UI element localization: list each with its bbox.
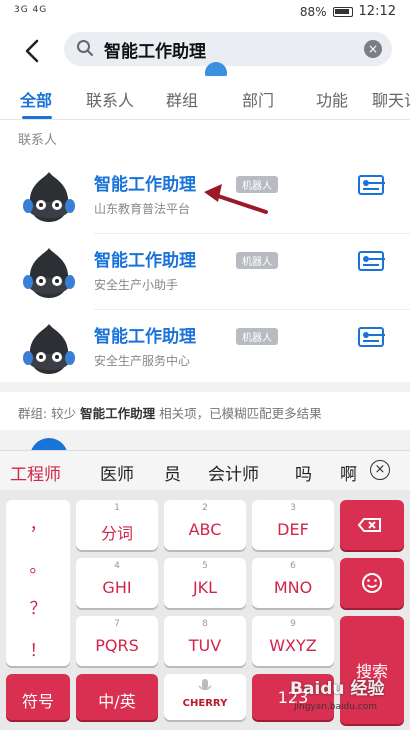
key-8[interactable]: 8 TUV [164,616,246,666]
key-number: 8 [202,619,208,629]
contact-name: 智能工作助理 [94,327,196,347]
punctuation-column[interactable]: ， 。 ？ ！ [6,500,70,666]
group-notice-suffix: 相关项，已模糊匹配更多结果 [159,406,322,421]
lang-switch-key[interactable]: 中/英 [76,674,158,720]
back-button[interactable] [18,36,48,66]
smiley-icon [362,573,382,593]
tab-all[interactable]: 全部 [20,87,52,111]
group-notice-prefix: 群组: 较少 [18,406,77,421]
robot-avatar-icon [23,172,75,222]
key-4[interactable]: 4 GHI [76,558,158,608]
punct-key[interactable]: ， [6,510,70,535]
tab-contacts[interactable]: 联系人 [86,87,134,111]
key-number: 3 [290,503,296,513]
backspace-key[interactable] [340,500,404,550]
key-label: ABC [188,520,222,539]
group-notice-keyword: 智能工作助理 [80,406,156,421]
key-label: MNO [273,578,313,597]
search-box[interactable]: 智能工作助理 × [64,32,392,66]
tab-groups[interactable]: 群组 [166,87,198,111]
tab-functions[interactable]: 功能 [316,87,348,111]
group-notice: 群组: 较少 智能工作助理 相关项，已模糊匹配更多结果 [0,392,410,430]
status-bar: 3G 4G 88% 12:12 [0,0,410,28]
key-7[interactable]: 7 PQRS [76,616,158,666]
search-input[interactable]: 智能工作助理 [104,37,206,62]
candidate-word[interactable]: 员 [164,460,181,485]
signal-indicator: 3G 4G [14,5,48,15]
key-label: PQRS [95,636,139,655]
clear-search-button[interactable]: × [364,40,382,58]
key-6[interactable]: 6 MNO [252,558,334,608]
key-label: WXYZ [269,636,317,655]
robot-badge: 机器人 [236,328,278,345]
key-3[interactable]: 3 DEF [252,500,334,550]
microphone-icon [198,679,212,691]
contacts-section: 联系人 智能工作助理 机器人 山东教育普法平台 智能工作助理 机器人 安全生产小… [0,120,410,382]
tab-chat-history[interactable]: 聊天记 [372,87,410,111]
clock: 12:12 [358,4,396,19]
contact-name: 智能工作助理 [94,251,196,271]
close-candidates-icon[interactable]: × [370,460,390,480]
backspace-icon [357,518,381,532]
symbol-key[interactable]: 符号 [6,674,70,720]
space-brand-label: CHERRY [182,698,228,709]
key-label: JKL [192,578,218,597]
business-card-icon[interactable] [358,327,384,347]
contact-desc: 安全生产服务中心 [94,354,191,368]
candidate-word[interactable]: 工程师 [10,460,61,485]
tab-departments[interactable]: 部门 [242,87,274,111]
key-number: 5 [202,561,208,571]
symbol-key-label: 符号 [21,692,54,711]
key-number: 4 [114,561,120,571]
battery-icon [332,6,353,17]
lang-switch-label: 中/英 [98,692,136,711]
punct-key[interactable]: ！ [6,636,70,661]
robot-avatar-icon [23,248,75,298]
contact-row[interactable]: 智能工作助理 机器人 安全生产服务中心 [0,310,410,386]
status-right: 88% 12:12 [300,4,396,19]
candidate-word[interactable]: 医师 [100,460,134,485]
business-card-icon[interactable] [358,251,384,271]
candidate-word[interactable]: 啊 [340,460,357,485]
active-tab-indicator [22,116,52,119]
annotation-arrow-icon [204,184,268,214]
ime-keyboard: ， 。 ？ ！ 1 分词 2 ABC 3 DEF 4 GHI 5 JKL 6 M… [0,490,410,730]
watermark: Baidu 经验 jingyan.baidu.com [280,658,408,728]
key-label: GHI [102,578,132,597]
key-number: 1 [114,503,120,513]
business-card-icon[interactable] [358,175,384,195]
watermark-url: jingyan.baidu.com [294,702,378,712]
key-1[interactable]: 1 分词 [76,500,158,550]
punct-key[interactable]: 。 [6,552,70,577]
contact-name: 智能工作助理 [94,175,196,195]
key-5[interactable]: 5 JKL [164,558,246,608]
watermark-logo: Baidu 经验 [290,679,385,699]
group-notice-text: 群组: 较少 智能工作助理 相关项，已模糊匹配更多结果 [18,403,322,422]
key-number: 6 [290,561,296,571]
result-tabs: 全部 联系人 群组 部门 功能 聊天记 [0,76,410,120]
contact-desc: 安全生产小助手 [94,278,179,292]
section-title: 联系人 [18,133,58,148]
punct-key[interactable]: ？ [6,594,70,619]
contact-row[interactable]: 智能工作助理 机器人 安全生产小助手 [0,234,410,310]
robot-avatar-icon [23,324,75,374]
key-number: 7 [114,619,120,629]
battery-percent: 88% [299,4,327,19]
search-icon [77,40,93,56]
chevron-left-icon [25,39,39,63]
contact-desc: 山东教育普法平台 [94,202,191,216]
key-label: 分词 [100,524,133,543]
candidate-word[interactable]: 会计师 [208,460,259,485]
key-2[interactable]: 2 ABC [164,500,246,550]
key-number: 9 [290,619,296,629]
candidate-word[interactable]: 吗 [295,460,312,485]
robot-badge: 机器人 [236,252,278,269]
emoji-key[interactable] [340,558,404,608]
ime-candidate-bar: 工程师 医师 员 会计师 吗 啊 × [0,450,410,490]
key-label: TUV [188,636,222,655]
key-label: DEF [277,520,309,539]
key-number: 2 [202,503,208,513]
space-key[interactable]: CHERRY [164,674,246,720]
